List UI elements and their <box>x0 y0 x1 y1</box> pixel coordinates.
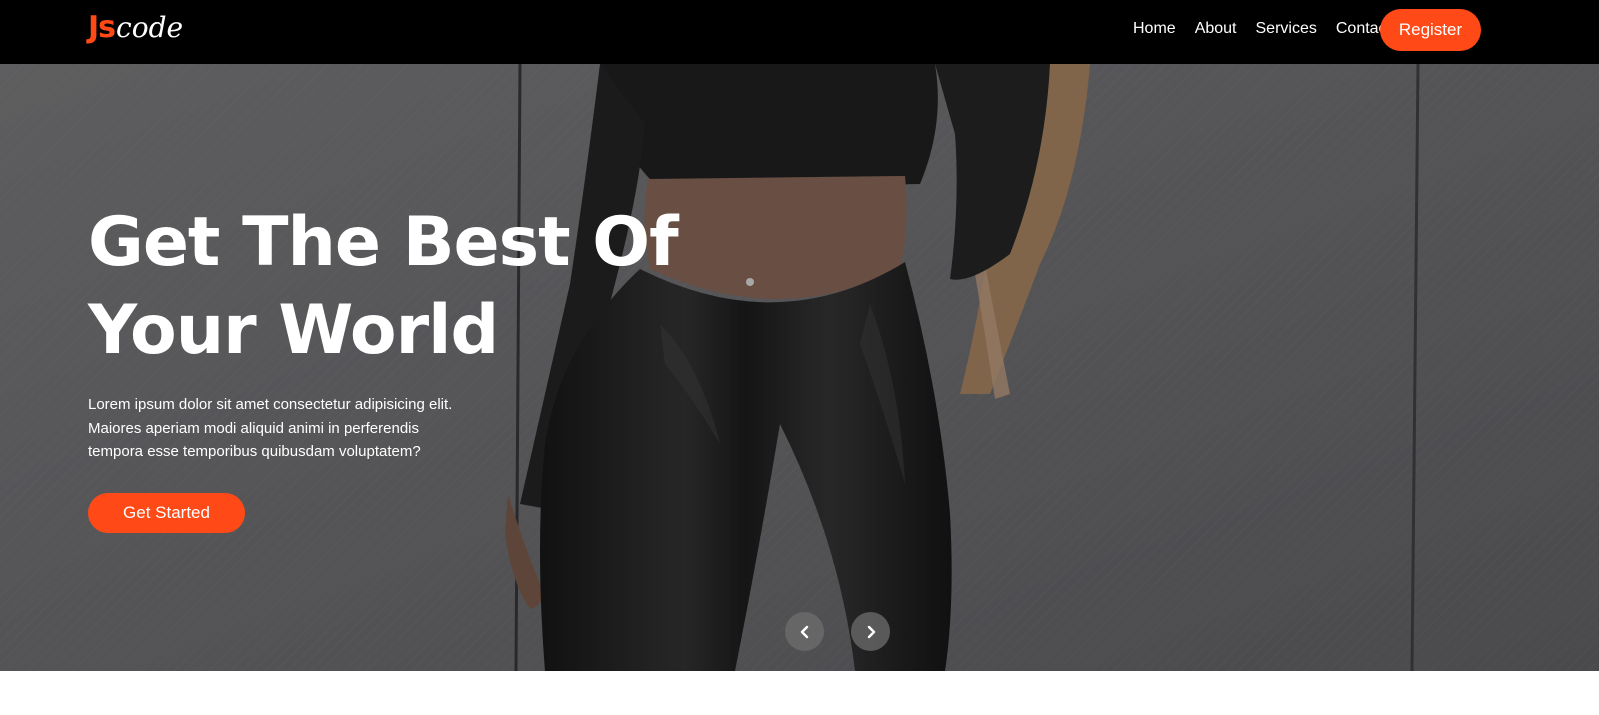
main-nav: Home About Services Contact <box>1133 0 1391 58</box>
nav-about-link[interactable]: About <box>1195 20 1237 38</box>
logo-code-text: code <box>116 11 184 44</box>
hero-title: Get The Best Of Your World <box>88 199 788 375</box>
hero-section: Get The Best Of Your World Lorem ipsum d… <box>0 64 1599 671</box>
carousel-next-button[interactable] <box>851 612 890 651</box>
hero-description-line-3: tempora esse temporibus quibusdam volupt… <box>88 443 421 460</box>
hero-title-line-1: Get The Best Of <box>88 203 679 282</box>
hero-description-line-2: Maiores aperiam modi aliquid animi in pe… <box>88 419 419 437</box>
site-logo[interactable]: Js code <box>88 10 183 50</box>
hero-title-line-2: Your World <box>88 291 499 370</box>
chevron-left-icon <box>800 625 808 638</box>
get-started-button[interactable]: Get Started <box>88 493 245 533</box>
chevron-right-icon <box>867 625 875 638</box>
nav-services-link[interactable]: Services <box>1256 20 1317 38</box>
navbar: Js code Home About Services Contact Regi… <box>0 0 1599 64</box>
logo-js-text: Js <box>88 10 116 45</box>
carousel-prev-button[interactable] <box>785 612 824 651</box>
nav-home-link[interactable]: Home <box>1133 20 1176 38</box>
register-button[interactable]: Register <box>1380 9 1481 51</box>
hero-description-line-1: Lorem ipsum dolor sit amet consectetur a… <box>88 396 453 413</box>
hero-description: Lorem ipsum dolor sit amet consectetur a… <box>88 393 478 464</box>
